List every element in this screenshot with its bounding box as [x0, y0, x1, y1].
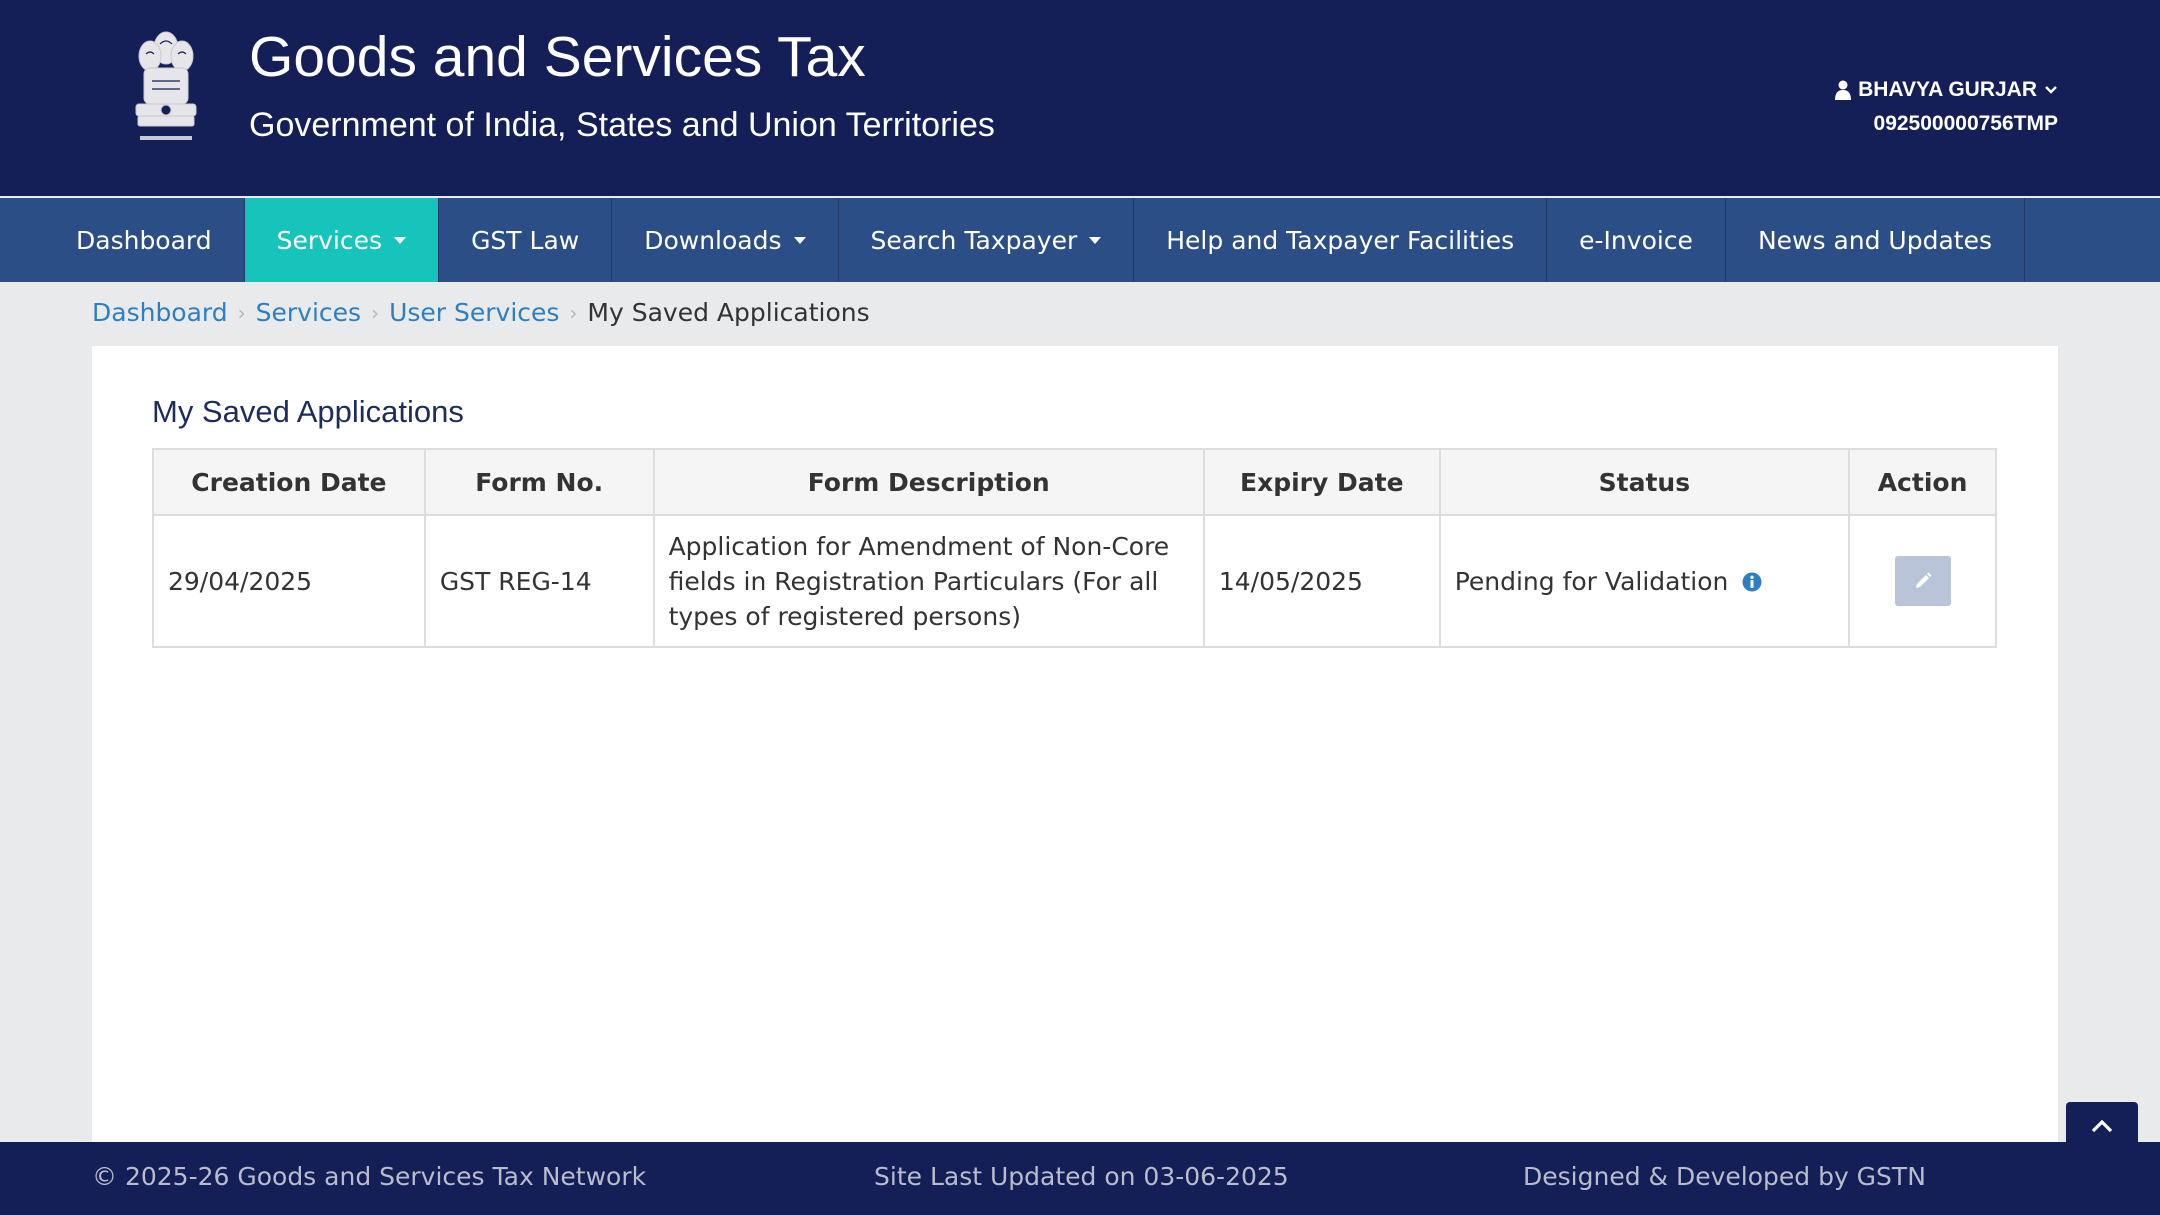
main-panel: My Saved Applications Creation Date Form…	[92, 346, 2058, 1142]
nav-dashboard-label: Dashboard	[76, 225, 212, 255]
cell-status: Pending for Validation	[1438, 514, 1851, 648]
nav-downloads[interactable]: Downloads	[612, 198, 839, 282]
table-header-row: Creation Date Form No. Form Description …	[152, 448, 1997, 516]
breadcrumb-services[interactable]: Services	[256, 298, 361, 327]
nav-downloads-label: Downloads	[644, 225, 782, 255]
site-title: Goods and Services Tax	[249, 25, 866, 89]
breadcrumb: Dashboard › Services › User Services › M…	[92, 298, 870, 327]
chevron-down-icon	[2045, 86, 2057, 94]
saved-applications-table: Creation Date Form No. Form Description …	[152, 448, 1997, 648]
footer-copyright: © 2025-26 Goods and Services Tax Network	[92, 1162, 647, 1191]
pencil-icon	[1915, 572, 1932, 588]
nav-news-label: News and Updates	[1757, 225, 1992, 255]
site-subtitle: Government of India, States and Union Te…	[249, 106, 995, 144]
chevron-up-icon	[2091, 1119, 2113, 1133]
nav-search-taxpayer[interactable]: Search Taxpayer	[839, 198, 1135, 282]
column-header-expiry-date: Expiry Date	[1202, 448, 1441, 516]
page-title: My Saved Applications	[152, 394, 464, 429]
ashoka-emblem-icon	[135, 31, 197, 140]
nav-gst-law-label: GST Law	[471, 225, 580, 255]
info-icon[interactable]	[1742, 572, 1762, 592]
cell-creation-date: 29/04/2025	[152, 514, 426, 648]
nav-e-invoice-label: e-Invoice	[1579, 225, 1693, 255]
breadcrumb-dashboard[interactable]: Dashboard	[92, 298, 228, 327]
table-row: 29/04/2025 GST REG-14 Application for Am…	[152, 514, 1997, 648]
nav-help-label: Help and Taxpayer Facilities	[1166, 225, 1515, 255]
caret-down-icon	[793, 236, 806, 244]
breadcrumb-separator: ›	[569, 300, 578, 325]
edit-button[interactable]	[1894, 556, 1951, 606]
column-header-creation-date: Creation Date	[152, 448, 426, 516]
nav-news[interactable]: News and Updates	[1726, 198, 2025, 282]
cell-expiry-date: 14/05/2025	[1202, 514, 1441, 648]
nav-services-label: Services	[276, 225, 383, 255]
caret-down-icon	[394, 236, 407, 244]
user-menu-toggle[interactable]: BHAVYA GURJAR	[1835, 78, 2058, 102]
column-header-form-description: Form Description	[652, 448, 1205, 516]
site-header: Goods and Services Tax Government of Ind…	[0, 0, 2160, 196]
nav-search-taxpayer-label: Search Taxpayer	[870, 225, 1078, 255]
user-icon	[1835, 80, 1852, 100]
caret-down-icon	[1089, 236, 1102, 244]
nav-dashboard[interactable]: Dashboard	[44, 198, 245, 282]
column-header-action: Action	[1848, 448, 1997, 516]
nav-e-invoice[interactable]: e-Invoice	[1547, 198, 1726, 282]
user-name: BHAVYA GURJAR	[1858, 78, 2037, 101]
column-header-status: Status	[1438, 448, 1851, 516]
breadcrumb-user-services[interactable]: User Services	[389, 298, 559, 327]
user-id: 092500000756TMP	[1873, 112, 2058, 135]
main-navbar: Dashboard Services GST Law Downloads Sea…	[0, 198, 2160, 282]
cell-action	[1848, 514, 1997, 648]
nav-services[interactable]: Services	[244, 198, 440, 282]
column-header-form-no: Form No.	[423, 448, 655, 516]
site-footer: © 2025-26 Goods and Services Tax Network…	[0, 1142, 2160, 1215]
cell-form-no: GST REG-14	[423, 514, 655, 648]
breadcrumb-separator: ›	[371, 300, 380, 325]
nav-gst-law[interactable]: GST Law	[439, 198, 613, 282]
nav-help[interactable]: Help and Taxpayer Facilities	[1134, 198, 1548, 282]
footer-last-updated: Site Last Updated on 03-06-2025	[874, 1162, 1289, 1191]
breadcrumb-current: My Saved Applications	[587, 298, 870, 327]
footer-designed-by: Designed & Developed by GSTN	[1523, 1162, 1926, 1191]
status-text: Pending for Validation	[1454, 566, 1729, 596]
breadcrumb-separator: ›	[237, 300, 246, 325]
cell-form-description: Application for Amendment of Non-Core fi…	[652, 514, 1205, 648]
user-menu[interactable]: BHAVYA GURJAR 092500000756TMP	[1835, 78, 2058, 136]
